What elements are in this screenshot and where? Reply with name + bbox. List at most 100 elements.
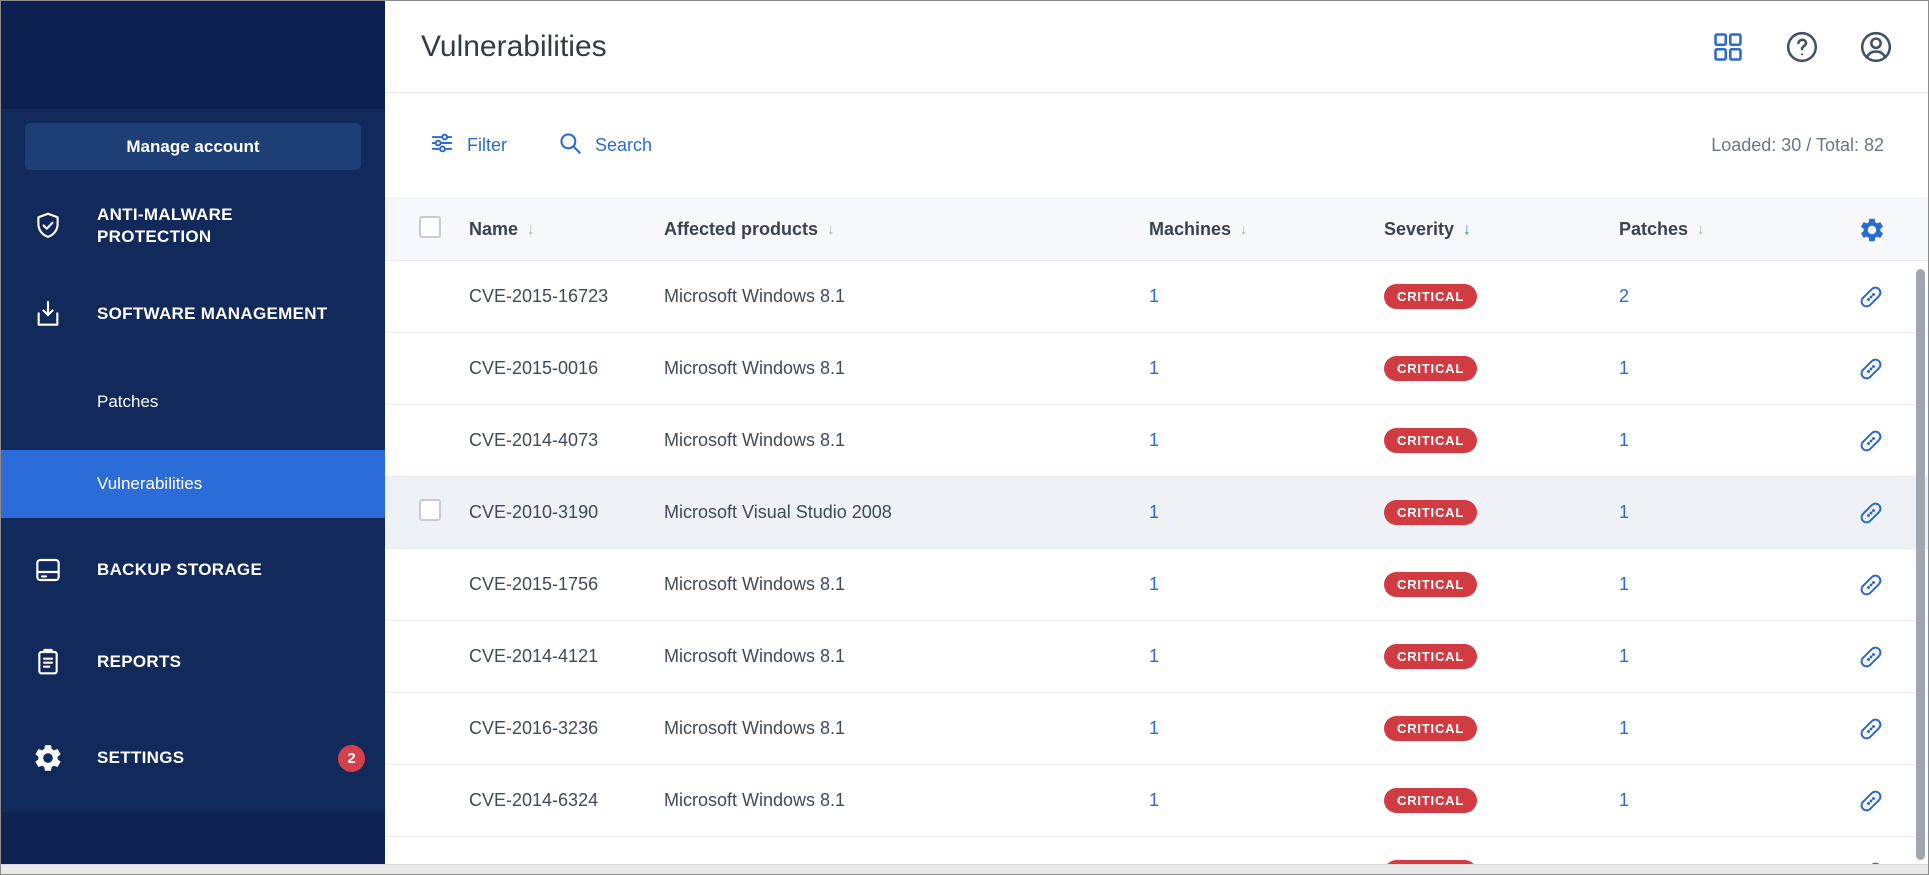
sidebar-item-label: SOFTWARE MANAGEMENT — [97, 303, 327, 325]
severity-badge: CRITICAL — [1384, 716, 1477, 741]
install-patch-icon[interactable] — [1856, 714, 1886, 744]
sidebar-item-label: REPORTS — [97, 651, 181, 673]
install-patch-icon[interactable] — [1856, 642, 1886, 672]
column-header-patches[interactable]: Patches ↓ — [1619, 219, 1844, 240]
manage-account-button[interactable]: Manage account — [25, 123, 361, 170]
install-patch-icon[interactable] — [1856, 354, 1886, 384]
search-icon — [557, 130, 583, 161]
machines-link[interactable]: 1 — [1149, 574, 1159, 594]
vulnerability-name: CVE-2015-1756 — [469, 574, 664, 595]
sidebar-item-backup-storage[interactable]: BACKUP STORAGE — [1, 530, 385, 610]
machines-link[interactable]: 1 — [1149, 286, 1159, 306]
machines-link[interactable]: 1 — [1149, 790, 1159, 810]
filter-icon — [429, 130, 455, 161]
sort-icon: ↓ — [527, 221, 535, 238]
select-all-checkbox[interactable] — [419, 216, 441, 238]
patches-link[interactable]: 1 — [1619, 790, 1629, 810]
header-icons — [1710, 29, 1894, 65]
horizontal-scrollbar-track[interactable] — [1, 864, 1928, 874]
main-content: Vulnerabilities — [385, 1, 1928, 864]
patches-link[interactable]: 1 — [1619, 430, 1629, 450]
column-header-severity[interactable]: Severity ↓ — [1384, 219, 1619, 240]
column-header-machines[interactable]: Machines ↓ — [1149, 219, 1384, 240]
sidebar-item-vulnerabilities[interactable]: Vulnerabilities — [1, 450, 385, 518]
install-patch-icon[interactable] — [1856, 426, 1886, 456]
apps-grid-icon[interactable] — [1710, 29, 1746, 65]
sort-icon: ↓ — [1240, 221, 1248, 238]
affected-product: Microsoft Visual Studio 2008 — [664, 502, 1149, 523]
vulnerability-name: CVE-2014-4121 — [469, 646, 664, 667]
affected-product: Microsoft Windows 8.1 — [664, 574, 1149, 595]
settings-count-badge: 2 — [338, 745, 365, 772]
search-button[interactable]: Search — [557, 130, 652, 161]
install-patch-icon[interactable] — [1856, 282, 1886, 312]
machines-link[interactable]: 1 — [1149, 646, 1159, 666]
table-row[interactable]: CVE-2015-16723 Microsoft Windows 8.1 1 C… — [385, 261, 1928, 333]
sidebar-item-patches[interactable]: Patches — [1, 374, 385, 430]
table-row-partial[interactable]: CRITICAL — [385, 837, 1928, 864]
patches-link[interactable]: 1 — [1619, 358, 1629, 378]
software-download-icon — [31, 297, 65, 331]
sidebar-item-software-management[interactable]: SOFTWARE MANAGEMENT — [1, 270, 385, 358]
filter-button[interactable]: Filter — [429, 130, 507, 161]
sidebar-item-reports[interactable]: REPORTS — [1, 622, 385, 702]
sidebar: Manage account ANTI-MALWARE PROTECTION S… — [1, 1, 385, 864]
sort-icon: ↓ — [827, 221, 835, 238]
machines-link[interactable]: 1 — [1149, 358, 1159, 378]
sidebar-item-label: ANTI-MALWARE PROTECTION — [97, 204, 347, 249]
affected-product: Microsoft Windows 8.1 — [664, 646, 1149, 667]
table-row[interactable]: CVE-2015-0016 Microsoft Windows 8.1 1 CR… — [385, 333, 1928, 405]
table-row[interactable]: CVE-2014-4073 Microsoft Windows 8.1 1 CR… — [385, 405, 1928, 477]
severity-badge: CRITICAL — [1384, 788, 1477, 813]
patches-link[interactable]: 2 — [1619, 286, 1629, 306]
vulnerability-name: CVE-2014-6324 — [469, 790, 664, 811]
machines-link[interactable]: 1 — [1149, 718, 1159, 738]
sidebar-nav: ANTI-MALWARE PROTECTION SOFTWARE MANAGEM… — [1, 182, 385, 798]
column-header-affected-products[interactable]: Affected products ↓ — [664, 219, 1149, 240]
vulnerability-name: CVE-2016-3236 — [469, 718, 664, 739]
column-header-name[interactable]: Name ↓ — [469, 219, 664, 240]
table-row[interactable]: CVE-2014-6324 Microsoft Windows 8.1 1 CR… — [385, 765, 1928, 837]
help-icon[interactable] — [1784, 29, 1820, 65]
patches-link[interactable]: 1 — [1619, 646, 1629, 666]
patches-link[interactable]: 1 — [1619, 574, 1629, 594]
patches-link[interactable]: 1 — [1619, 502, 1629, 522]
severity-badge: CRITICAL — [1384, 500, 1477, 525]
sidebar-item-settings[interactable]: SETTINGS 2 — [1, 718, 385, 798]
gear-icon — [31, 741, 65, 775]
patches-link[interactable]: 1 — [1619, 718, 1629, 738]
scrollbar-thumb[interactable] — [1916, 269, 1925, 860]
machines-link[interactable]: 1 — [1149, 430, 1159, 450]
install-patch-icon[interactable] — [1856, 858, 1886, 865]
sidebar-item-anti-malware-protection[interactable]: ANTI-MALWARE PROTECTION — [1, 182, 385, 270]
sort-icon: ↓ — [1697, 221, 1705, 238]
machines-link[interactable]: 1 — [1149, 502, 1159, 522]
content-row: Manage account ANTI-MALWARE PROTECTION S… — [1, 1, 1928, 864]
column-settings-gear-icon[interactable] — [1858, 216, 1886, 244]
install-patch-icon[interactable] — [1856, 786, 1886, 816]
sidebar-footer-band — [1, 812, 385, 864]
table-row[interactable]: CVE-2015-1756 Microsoft Windows 8.1 1 CR… — [385, 549, 1928, 621]
sidebar-item-label: SETTINGS — [97, 747, 184, 769]
row-checkbox[interactable] — [419, 499, 441, 521]
filter-label: Filter — [467, 135, 507, 156]
install-patch-icon[interactable] — [1856, 498, 1886, 528]
table-row[interactable]: CVE-2010-3190 Microsoft Visual Studio 20… — [385, 477, 1928, 549]
severity-badge: CRITICAL — [1384, 428, 1477, 453]
vulnerability-name: CVE-2010-3190 — [469, 502, 664, 523]
vertical-scrollbar[interactable] — [1916, 269, 1925, 860]
severity-badge: CRITICAL — [1384, 644, 1477, 669]
account-icon[interactable] — [1858, 29, 1894, 65]
vulnerability-name: CVE-2014-4073 — [469, 430, 664, 451]
table-row[interactable]: CVE-2014-4121 Microsoft Windows 8.1 1 CR… — [385, 621, 1928, 693]
sidebar-item-label: BACKUP STORAGE — [97, 559, 262, 581]
table-row[interactable]: CVE-2016-3236 Microsoft Windows 8.1 1 CR… — [385, 693, 1928, 765]
install-patch-icon[interactable] — [1856, 570, 1886, 600]
affected-product: Microsoft Windows 8.1 — [664, 286, 1149, 307]
search-label: Search — [595, 135, 652, 156]
vulnerabilities-table: CVE-2015-16723 Microsoft Windows 8.1 1 C… — [385, 261, 1928, 864]
page-header: Vulnerabilities — [385, 1, 1928, 93]
vulnerability-name: CVE-2015-0016 — [469, 358, 664, 379]
table-header: Name ↓ Affected products ↓ Machines ↓ Se… — [385, 198, 1928, 261]
loaded-total-count: Loaded: 30 / Total: 82 — [1711, 135, 1884, 156]
